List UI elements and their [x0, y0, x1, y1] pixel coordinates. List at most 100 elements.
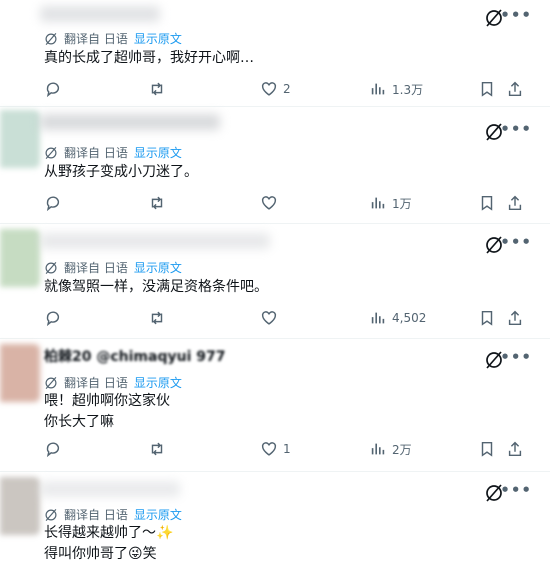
- repost-button[interactable]: [148, 440, 171, 458]
- bookmark-button[interactable]: [478, 440, 496, 458]
- translation-bar: 翻译自 日语 显示原文: [44, 259, 182, 276]
- post-actions: 2 1.3万: [44, 80, 534, 102]
- post[interactable]: ••• 翻译自 日语 显示原文 就像驾照一样，没满足资格条件吧。 4,502: [0, 223, 550, 339]
- more-icon[interactable]: •••: [500, 233, 532, 251]
- translation-bar: 翻译自 日语 显示原文: [44, 506, 182, 523]
- repost-button[interactable]: [148, 309, 171, 327]
- translate-icon: [45, 376, 57, 389]
- views-icon: [371, 312, 385, 324]
- reply-icon: [46, 82, 60, 98]
- avatar: [0, 110, 40, 168]
- like-button[interactable]: [260, 194, 283, 212]
- post-text: 真的长成了超帅哥，我好开心啊…: [44, 50, 254, 66]
- share-icon: [508, 441, 522, 457]
- views-count: 1.3万: [392, 82, 424, 97]
- like-count: 1: [283, 442, 291, 456]
- post[interactable]: ••• 翻译自 日语 显示原文 从野孩子变成小刀迷了。 1万: [0, 106, 550, 224]
- repost-button[interactable]: [148, 80, 171, 98]
- views-count: 1万: [392, 196, 412, 211]
- repost-icon: [151, 196, 163, 210]
- views-icon: [371, 83, 385, 95]
- like-button[interactable]: 2: [260, 80, 291, 98]
- views-button[interactable]: 4,502: [369, 309, 426, 327]
- reply-button[interactable]: [44, 194, 67, 212]
- translation-label: 翻译自 日语: [64, 376, 128, 390]
- show-original-link[interactable]: 显示原文: [134, 30, 182, 47]
- translation-label: 翻译自 日语: [64, 261, 128, 275]
- blurred-author-header: [40, 114, 220, 130]
- views-count: 2万: [392, 442, 412, 457]
- bookmark-button[interactable]: [478, 80, 496, 98]
- share-button[interactable]: [506, 309, 524, 327]
- translation-label: 翻译自 日语: [64, 508, 128, 522]
- reply-button[interactable]: [44, 80, 67, 98]
- avatar: [0, 344, 40, 402]
- translate-icon: [45, 32, 57, 45]
- post-text: 从野孩子变成小刀迷了。: [44, 164, 198, 180]
- translation-bar: 翻译自 日语 显示原文: [44, 30, 182, 47]
- more-icon[interactable]: •••: [500, 348, 532, 366]
- translation-label: 翻译自 日语: [64, 146, 128, 160]
- share-icon: [508, 195, 522, 211]
- show-original-link[interactable]: 显示原文: [134, 144, 182, 161]
- blurred-author-header: [40, 481, 180, 497]
- more-icon[interactable]: •••: [500, 481, 532, 499]
- views-button[interactable]: 1.3万: [369, 80, 423, 98]
- share-button[interactable]: [506, 80, 524, 98]
- share-button[interactable]: [506, 440, 524, 458]
- show-original-link[interactable]: 显示原文: [134, 374, 182, 391]
- views-icon: [371, 197, 385, 209]
- like-icon: [261, 442, 277, 456]
- views-button[interactable]: 2万: [369, 440, 412, 458]
- more-icon[interactable]: •••: [500, 120, 532, 138]
- reply-icon: [46, 442, 60, 458]
- post-actions: 1 2万: [44, 440, 534, 462]
- translation-bar: 翻译自 日语 显示原文: [44, 144, 182, 161]
- show-original-link[interactable]: 显示原文: [134, 506, 182, 523]
- post-actions: 4,502: [44, 309, 534, 331]
- repost-button[interactable]: [148, 194, 171, 212]
- reply-icon: [46, 311, 60, 327]
- repost-icon: [151, 82, 163, 96]
- like-icon: [261, 311, 277, 325]
- translate-icon: [45, 508, 57, 521]
- blurred-author-header: [40, 6, 160, 22]
- post-text: 长得越来越帅了～✨ 得叫你帅哥了😜笑: [44, 525, 174, 562]
- bookmark-icon: [481, 195, 493, 211]
- post[interactable]: ••• 翻译自 日语 显示原文 长得越来越帅了～✨ 得叫你帅哥了😜笑: [0, 471, 550, 566]
- post[interactable]: ••• 翻译自 日语 显示原文 真的长成了超帅哥，我好开心啊… 2 1.3万: [0, 0, 550, 107]
- reply-button[interactable]: [44, 440, 67, 458]
- translate-icon: [45, 146, 57, 159]
- author-header[interactable]: 柏棘20 @chimaqyui 977: [44, 346, 225, 366]
- post[interactable]: 柏棘20 @chimaqyui 977 ••• 翻译自 日语 显示原文 喂！超帅…: [0, 338, 550, 472]
- like-icon: [261, 82, 277, 96]
- translate-icon: [45, 261, 57, 274]
- like-button[interactable]: [260, 309, 283, 327]
- reply-icon: [46, 196, 60, 212]
- views-button[interactable]: 1万: [369, 194, 412, 212]
- repost-icon: [151, 311, 163, 325]
- bookmark-icon: [481, 81, 493, 97]
- post-actions: 1万: [44, 194, 534, 216]
- reply-button[interactable]: [44, 309, 67, 327]
- repost-icon: [151, 442, 163, 456]
- post-text: 喂！超帅啊你这家伙 你长大了嘛: [44, 393, 170, 430]
- show-original-link[interactable]: 显示原文: [134, 259, 182, 276]
- avatar: [0, 229, 40, 287]
- translation-label: 翻译自 日语: [64, 32, 128, 46]
- like-count: 2: [283, 82, 291, 96]
- views-icon: [371, 443, 385, 455]
- share-icon: [508, 81, 522, 97]
- like-button[interactable]: 1: [260, 440, 291, 458]
- share-button[interactable]: [506, 194, 524, 212]
- avatar: [0, 477, 40, 535]
- bookmark-button[interactable]: [478, 194, 496, 212]
- blurred-author-header: [40, 233, 270, 249]
- like-icon: [261, 196, 277, 210]
- bookmark-icon: [481, 441, 493, 457]
- bookmark-button[interactable]: [478, 309, 496, 327]
- bookmark-icon: [481, 310, 493, 326]
- translation-bar: 翻译自 日语 显示原文: [44, 374, 182, 391]
- post-text: 就像驾照一样，没满足资格条件吧。: [44, 279, 268, 295]
- more-icon[interactable]: •••: [500, 6, 532, 24]
